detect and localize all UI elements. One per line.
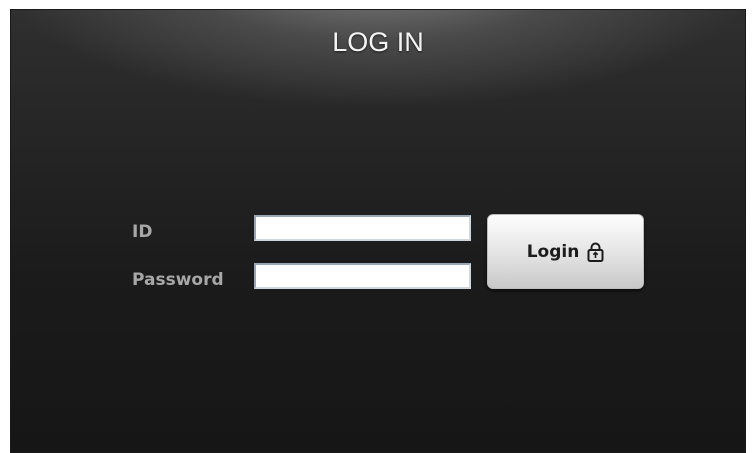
password-input[interactable] <box>254 263 471 289</box>
page-title: LOG IN <box>332 27 424 57</box>
login-button[interactable]: Login <box>487 214 644 289</box>
id-input[interactable] <box>254 215 471 241</box>
login-button-label: Login <box>526 241 580 262</box>
password-label: Password <box>132 270 224 290</box>
id-label: ID <box>132 222 153 242</box>
lock-icon <box>587 242 604 262</box>
login-panel: LOG IN ID Password Login <box>10 9 746 453</box>
